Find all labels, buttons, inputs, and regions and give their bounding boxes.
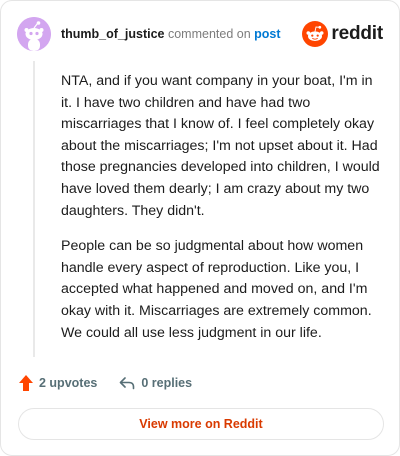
view-more-button[interactable]: View more on Reddit [18,408,384,440]
username-link[interactable]: thumb_of_justice [61,27,165,41]
comment-paragraph: People can be so judgmental about how wo… [61,238,372,341]
reply-count: 0 replies [141,376,193,390]
reply-arrow-icon [120,377,135,390]
user-avatar[interactable] [17,17,51,51]
reply-button[interactable]: 0 replies [119,376,192,390]
comment-paragraph: NTA, and if you want company in your boa… [61,73,380,219]
reddit-wordmark: reddit [331,23,383,44]
comment-actions: 2 upvotes 0 replies [19,373,192,393]
comment-header: thumb_of_justice commented on post reddi… [17,17,383,51]
commented-on-text: commented on [167,27,251,41]
embedded-comment-card: thumb_of_justice commented on post reddi… [0,0,400,456]
comment-byline: thumb_of_justice commented on post [61,27,281,41]
thread-line[interactable] [33,61,35,357]
snoo-avatar-icon [17,17,51,51]
upvote-count: 2 upvotes [39,376,98,390]
post-link[interactable]: post [254,27,280,41]
comment-body: NTA, and if you want company in your boa… [61,71,383,344]
upvote-button[interactable]: 2 upvotes [19,375,97,391]
upvote-arrow-icon [19,375,33,391]
reddit-logo[interactable]: reddit [302,21,383,47]
reddit-logo-icon [302,21,329,47]
